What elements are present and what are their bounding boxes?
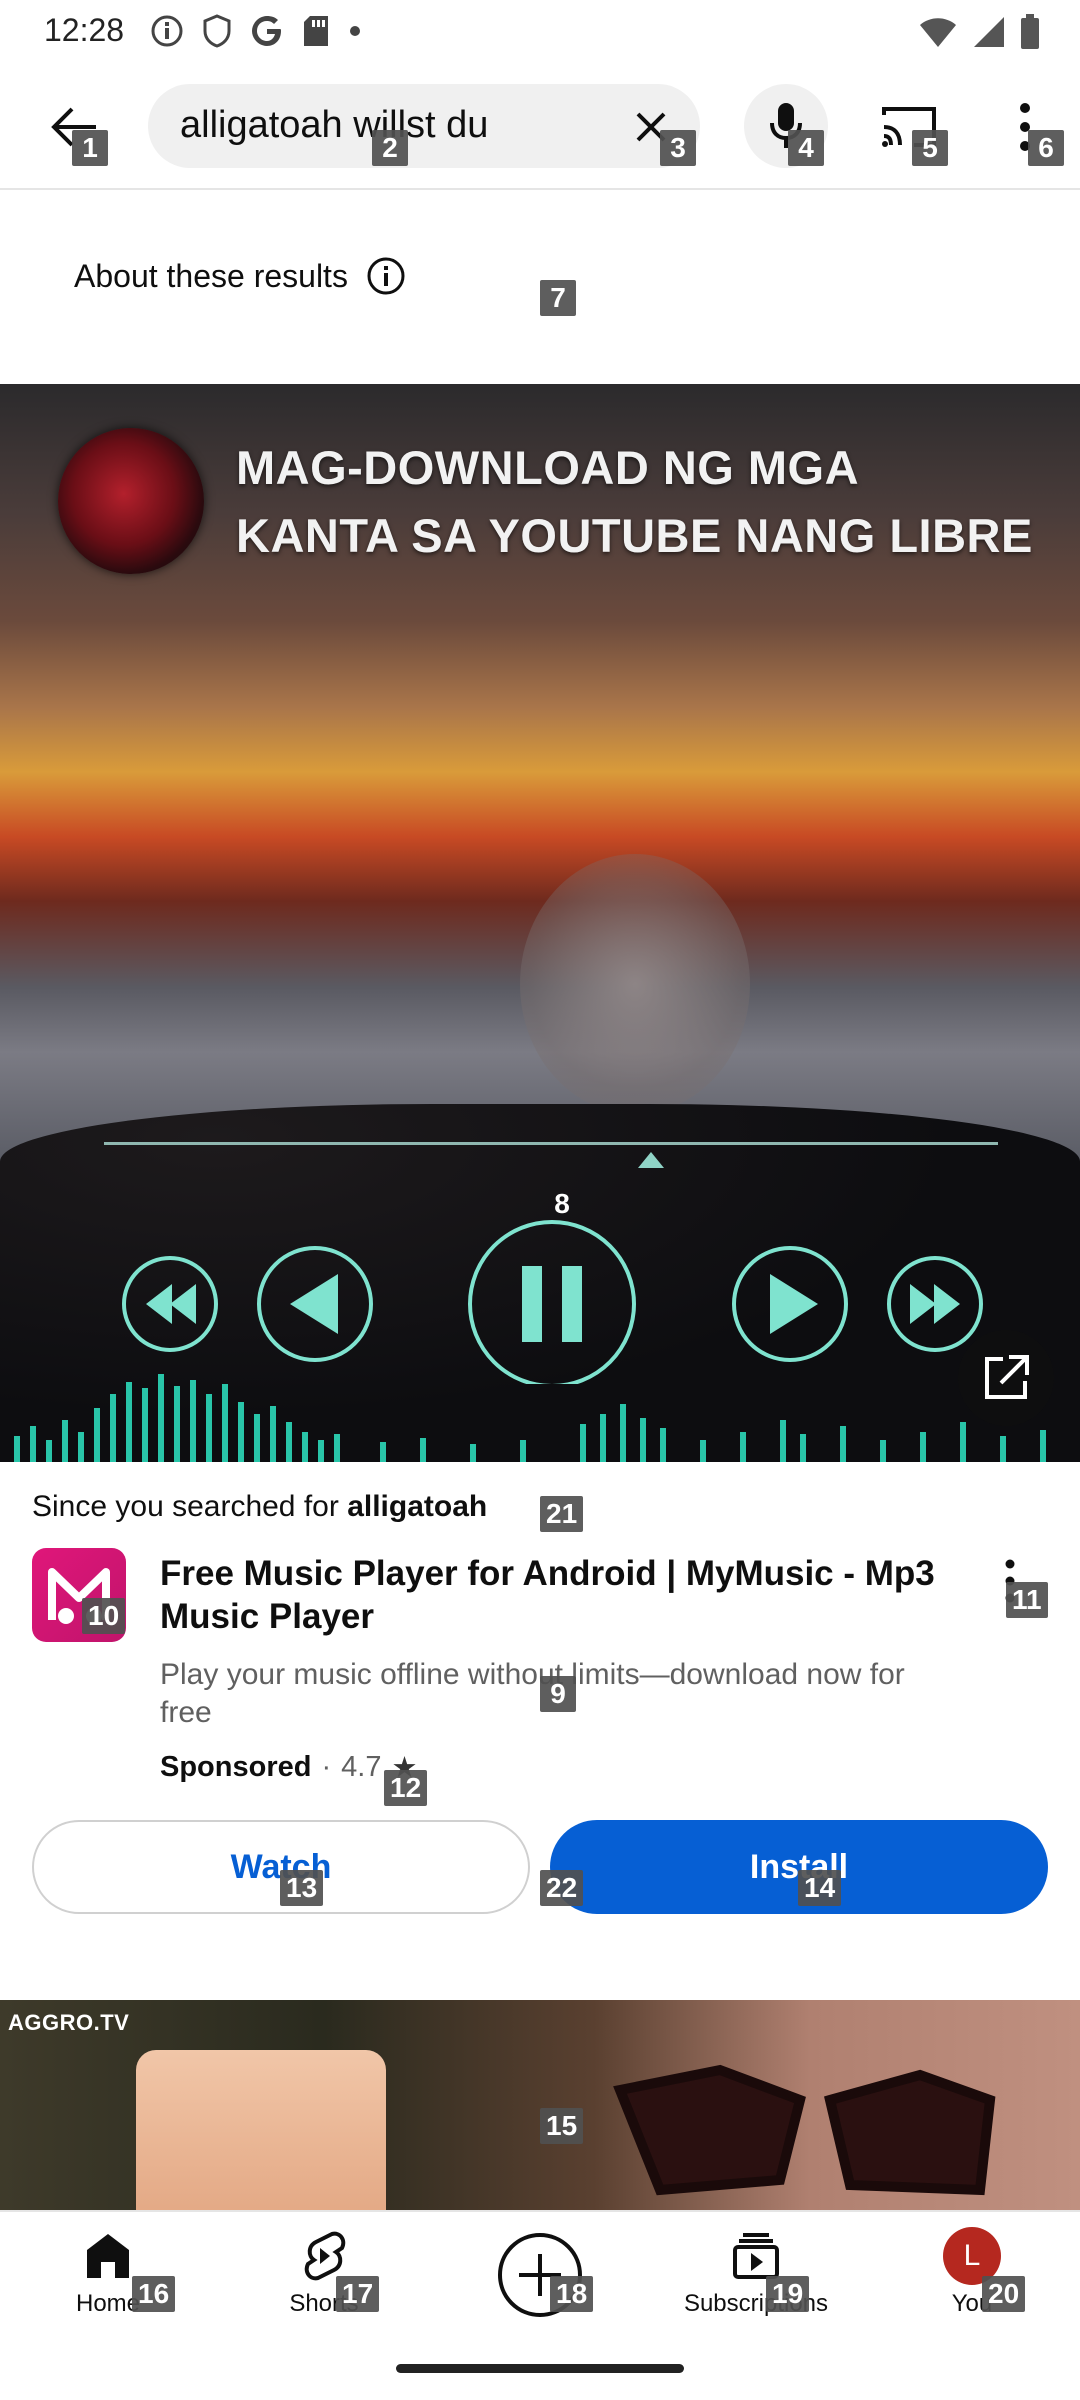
ad-meta-row: Sponsored · 4.7 ★ [160, 1750, 417, 1785]
wifi-icon [920, 18, 956, 47]
marker-badge: 13 [280, 1870, 324, 1906]
rating-value: 4.7 [341, 1751, 382, 1783]
status-notification-icons [150, 14, 362, 48]
nav-you[interactable]: L You [892, 2226, 1052, 2336]
marker-badge: 1 [72, 130, 108, 166]
info-icon[interactable] [366, 256, 406, 296]
marker-badge: 14 [798, 1870, 842, 1906]
marker-badge: 22 [540, 1870, 584, 1906]
sponsored-label: Sponsored [160, 1751, 312, 1783]
marker-badge: 5 [912, 130, 948, 166]
channel-watermark: AGGRO.TV [8, 2010, 130, 2035]
marker-badge: 3 [660, 130, 696, 166]
marker-badge: 17 [336, 2276, 380, 2312]
subscriptions-icon [733, 2233, 779, 2279]
audio-equalizer-graphic [14, 1374, 1046, 1462]
google-icon [252, 16, 281, 46]
video-thumbnail[interactable]: AGGRO.TV [0, 2000, 1080, 2210]
marker-badge: 12 [384, 1770, 428, 1806]
about-results-row[interactable]: About these results [74, 256, 406, 296]
since-term: alligatoah [347, 1490, 488, 1523]
since-prefix: Since you searched for [32, 1490, 348, 1523]
marker-badge: 18 [550, 2276, 594, 2312]
nav-home-label: Home [75, 2290, 141, 2317]
progress-marker-icon [638, 1152, 664, 1168]
ad-video-player[interactable]: MAG-DOWNLOAD NG MGA KANTA SA YOUTUBE NAN… [0, 384, 1080, 1462]
home-icon [87, 2234, 129, 2278]
search-input[interactable]: alligatoah willst du [148, 84, 700, 168]
video-overlay-line-1: MAG-DOWNLOAD NG MGA [236, 441, 860, 494]
youtube-search-results-screen: 12:28 1 alligatoah willst du 2 3 4 5 6 A… [0, 0, 1080, 2400]
shield-icon [203, 14, 231, 48]
meta-separator: · [321, 1751, 332, 1783]
sunglasses-graphic [613, 2064, 996, 2196]
marker-badge: 21 [540, 1496, 584, 1532]
marker-badge: 20 [982, 2276, 1026, 2312]
marker-badge: 6 [1028, 130, 1064, 166]
about-results-label: About these results [74, 257, 348, 294]
nav-shorts[interactable]: Shorts [244, 2226, 404, 2336]
signal-icon [974, 17, 1004, 47]
marker-badge: 4 [788, 130, 824, 166]
nav-subscriptions[interactable]: Subscriptions [676, 2226, 836, 2336]
marker-badge: 19 [766, 2276, 810, 2312]
cup-graphic [136, 2050, 386, 2210]
external-link-icon [985, 1355, 1029, 1399]
video-progress-line [104, 1142, 998, 1145]
video-overlay-line-2: KANTA SA YOUTUBE NANG LIBRE [236, 509, 1033, 562]
marker-badge: 16 [132, 2276, 176, 2312]
sd-card-icon [304, 16, 328, 46]
search-toolbar: 1 alligatoah willst du 2 3 4 5 6 [0, 64, 1080, 190]
search-query-text[interactable]: alligatoah willst du [180, 104, 488, 147]
marker-badge: 8 [554, 1188, 570, 1219]
marker-badge: 9 [540, 1676, 576, 1712]
sun-glow-graphic [520, 854, 750, 1114]
ad-context-label: Since you searched for alligatoah [32, 1490, 487, 1524]
battery-icon [1021, 14, 1039, 49]
info-icon [151, 15, 183, 47]
nav-create[interactable] [460, 2230, 620, 2340]
gesture-navigation-bar[interactable] [396, 2364, 684, 2373]
marker-badge: 2 [372, 130, 408, 166]
shorts-icon [304, 2231, 346, 2281]
open-external-button[interactable] [958, 1330, 1054, 1426]
status-bar: 12:28 [0, 0, 1080, 64]
status-time: 12:28 [44, 12, 125, 48]
ad-title[interactable]: Free Music Player for Android | MyMusic … [160, 1552, 960, 1638]
marker-badge: 11 [1006, 1582, 1048, 1618]
dot-icon [350, 26, 360, 36]
vinyl-disc-graphic [58, 428, 204, 574]
marker-badge: 10 [82, 1598, 126, 1634]
video-overlay-text: MAG-DOWNLOAD NG MGA KANTA SA YOUTUBE NAN… [236, 434, 1033, 570]
marker-badge: 7 [540, 280, 576, 316]
marker-badge: 15 [540, 2108, 584, 2144]
status-system-icons [918, 14, 1040, 50]
